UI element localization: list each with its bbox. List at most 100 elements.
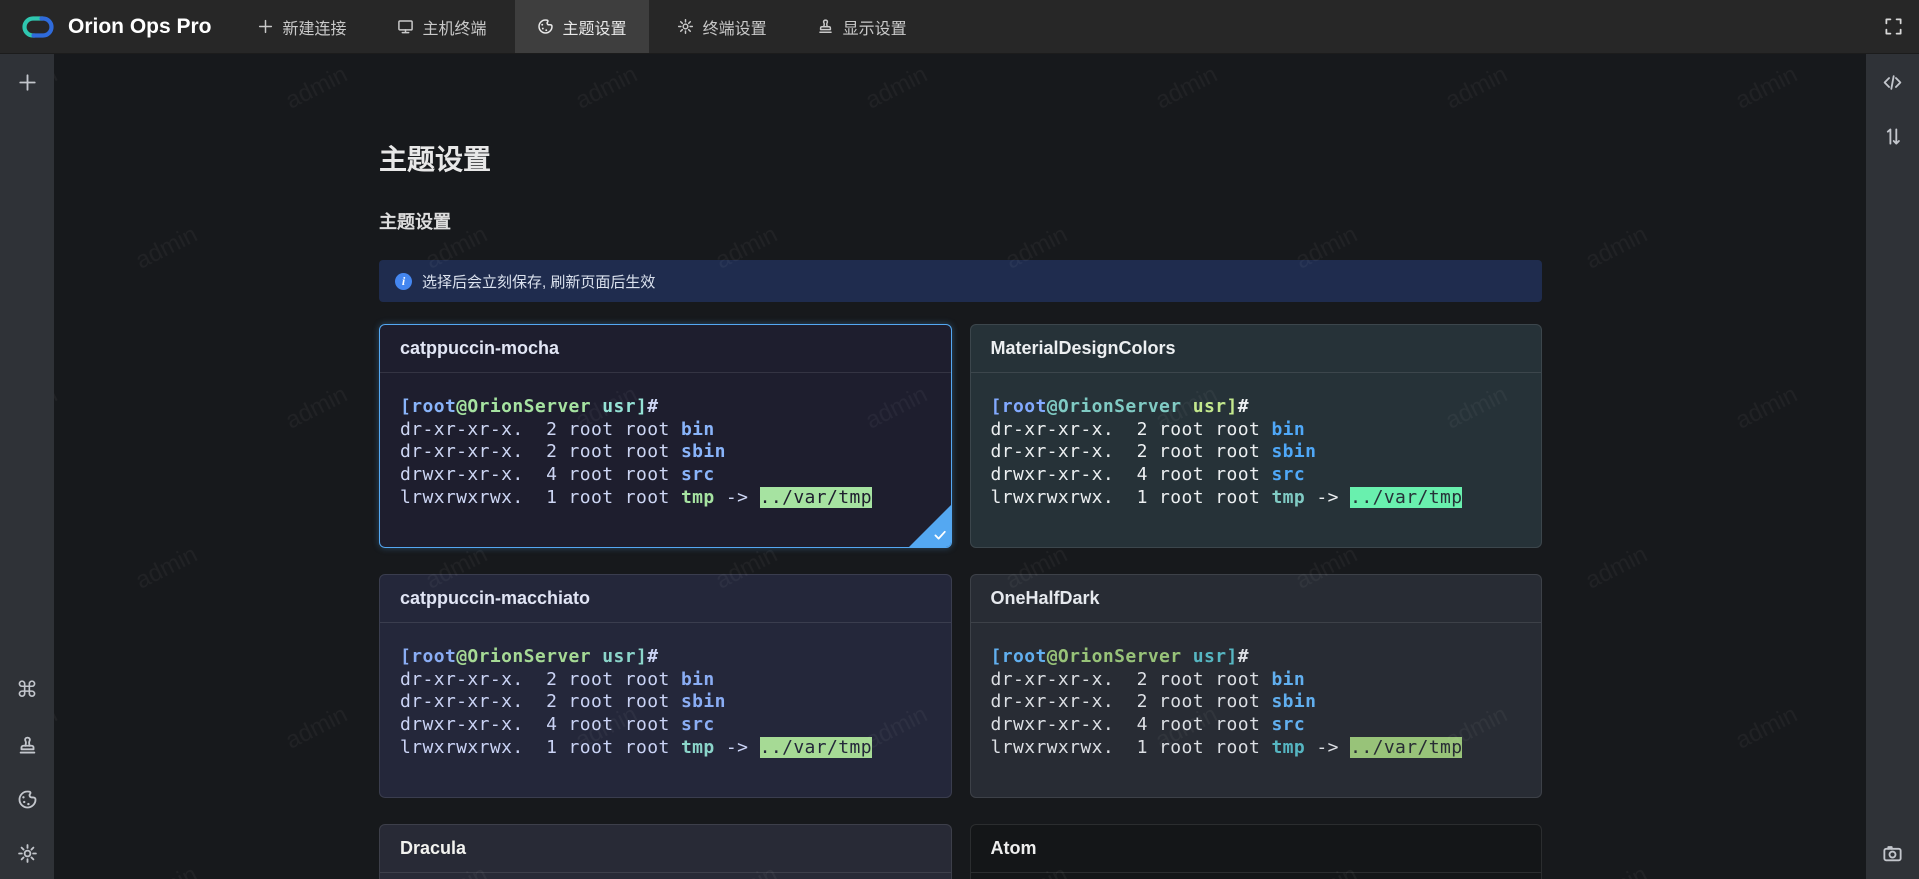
terminal-prompt-line: [root@OrionServer usr]#	[991, 646, 1522, 669]
watermark-text: admin	[1581, 861, 1652, 879]
terminal-line: dr-xr-xr-x. 2 root root bin	[400, 669, 931, 692]
file-name: sbin	[681, 691, 726, 712]
file-name: src	[681, 464, 715, 485]
file-permissions: lrwxrwxrwx. 1 root root	[400, 737, 681, 758]
theme-card-Dracula[interactable]: Dracula [root@OrionServer usr]#dr-xr-xr-…	[379, 824, 952, 879]
rail-code-button[interactable]	[1879, 68, 1907, 96]
theme-name: Atom	[991, 838, 1037, 859]
rail-plus-button[interactable]	[13, 68, 41, 96]
code-icon	[1882, 72, 1903, 93]
theme-card-Atom[interactable]: Atom [root@OrionServer usr]#dr-xr-xr-x. …	[970, 824, 1543, 879]
theme-grid: catppuccin-mocha [root@OrionServer usr]#…	[379, 324, 1542, 879]
rail-command-button[interactable]: ⌘	[13, 677, 41, 705]
fullscreen-button[interactable]	[1884, 17, 1903, 36]
prompt-path: usr]	[1182, 646, 1238, 667]
prompt-user: [root	[400, 646, 456, 667]
watermark-text: admin	[1731, 701, 1802, 756]
info-alert-text: 选择后会立刻保存, 刷新页面后生效	[422, 271, 655, 292]
terminal-line: drwxr-xr-x. 4 root root src	[400, 464, 931, 487]
file-name: tmp	[1271, 737, 1305, 758]
page-title: 主题设置	[379, 138, 491, 178]
command-icon: ⌘	[16, 680, 38, 702]
file-name: src	[681, 714, 715, 735]
navbar-right	[1884, 0, 1919, 53]
file-permissions: drwxr-xr-x. 4 root root	[991, 714, 1272, 735]
monitor-icon	[397, 18, 414, 35]
rail-palette-button[interactable]	[13, 785, 41, 813]
prompt-host: @OrionServer	[456, 646, 591, 667]
terminal-line: lrwxrwxrwx. 1 root root tmp -> ../var/tm…	[991, 737, 1522, 760]
theme-name: OneHalfDark	[991, 588, 1100, 609]
file-permissions: lrwxrwxrwx. 1 root root	[400, 487, 681, 508]
prompt-hash: #	[1238, 396, 1249, 417]
theme-card-header: MaterialDesignColors	[971, 325, 1542, 373]
terminal-line: dr-xr-xr-x. 2 root root bin	[991, 419, 1522, 442]
theme-card-OneHalfDark[interactable]: OneHalfDark [root@OrionServer usr]#dr-xr…	[970, 574, 1543, 798]
navbar-tabs: 新建连接 主机终端 主题设置 终端设置 显示设置	[232, 0, 932, 53]
terminal-line: lrwxrwxrwx. 1 root root tmp -> ../var/tm…	[400, 487, 931, 510]
prompt-path: usr]	[1182, 396, 1238, 417]
prompt-path: usr]	[591, 646, 647, 667]
watermark-text: admin	[281, 61, 352, 116]
terminal-line: dr-xr-xr-x. 2 root root bin	[991, 669, 1522, 692]
tab-label: 显示设置	[843, 15, 907, 39]
theme-name: catppuccin-macchiato	[400, 588, 590, 609]
file-name: bin	[1271, 669, 1305, 690]
theme-card-header: OneHalfDark	[971, 575, 1542, 623]
watermark-text: admin	[131, 221, 202, 276]
rail-sort-order-button[interactable]	[1879, 122, 1907, 150]
prompt-user: [root	[991, 396, 1047, 417]
terminal-preview: [root@OrionServer usr]#dr-xr-xr-x. 2 roo…	[971, 873, 1542, 879]
file-name: sbin	[1271, 441, 1316, 462]
rail-gear-button[interactable]	[13, 839, 41, 867]
file-name: src	[1271, 464, 1305, 485]
tab-theme-settings[interactable]: 主题设置	[515, 0, 649, 53]
terminal-line: lrwxrwxrwx. 1 root root tmp -> ../var/tm…	[991, 487, 1522, 510]
watermark-text: admin	[1731, 381, 1802, 436]
watermark-text: admin	[281, 701, 352, 756]
file-permissions: dr-xr-xr-x. 2 root root	[400, 691, 681, 712]
watermark-text: admin	[1581, 221, 1652, 276]
theme-card-MaterialDesignColors[interactable]: MaterialDesignColors [root@OrionServer u…	[970, 324, 1543, 548]
file-permissions: dr-xr-xr-x. 2 root root	[400, 669, 681, 690]
tab-terminal-settings[interactable]: 终端设置	[655, 0, 789, 53]
terminal-line: drwxr-xr-x. 4 root root src	[991, 714, 1522, 737]
info-icon: i	[395, 273, 412, 290]
prompt-host: @OrionServer	[1047, 396, 1182, 417]
theme-card-catppuccin-macchiato[interactable]: catppuccin-macchiato [root@OrionServer u…	[379, 574, 952, 798]
stamp-icon	[17, 735, 38, 756]
prompt-user: [root	[400, 396, 456, 417]
terminal-prompt-line: [root@OrionServer usr]#	[400, 646, 931, 669]
watermark-text: admin	[131, 861, 202, 879]
symlink-target: ../var/tmp	[1350, 487, 1462, 508]
prompt-path: usr]	[591, 396, 647, 417]
theme-name: catppuccin-mocha	[400, 338, 559, 359]
terminal-line: drwxr-xr-x. 4 root root src	[400, 714, 931, 737]
symlink-target: ../var/tmp	[760, 487, 872, 508]
rail-camera-button[interactable]	[1879, 839, 1907, 867]
terminal-preview: [root@OrionServer usr]#dr-xr-xr-x. 2 roo…	[971, 623, 1542, 760]
terminal-prompt-line: [root@OrionServer usr]#	[400, 396, 931, 419]
theme-card-catppuccin-mocha[interactable]: catppuccin-mocha [root@OrionServer usr]#…	[379, 324, 952, 548]
terminal-line: dr-xr-xr-x. 2 root root sbin	[991, 441, 1522, 464]
stamp-icon	[817, 18, 834, 35]
file-name: bin	[1271, 419, 1305, 440]
file-name: src	[1271, 714, 1305, 735]
app-logo-icon	[20, 13, 56, 41]
terminal-preview: [root@OrionServer usr]#dr-xr-xr-x. 2 roo…	[380, 873, 951, 879]
file-name: tmp	[681, 737, 715, 758]
tab-new-connection[interactable]: 新建连接	[235, 0, 369, 53]
tab-host-terminal[interactable]: 主机终端	[375, 0, 509, 53]
rail-stamp-button[interactable]	[13, 731, 41, 759]
tab-label: 主题设置	[563, 15, 627, 39]
watermark-text: admin	[54, 381, 62, 436]
terminal-line: dr-xr-xr-x. 2 root root bin	[400, 419, 931, 442]
tab-display-settings[interactable]: 显示设置	[795, 0, 929, 53]
file-name: sbin	[681, 441, 726, 462]
watermark-text: admin	[54, 701, 62, 756]
file-permissions: drwxr-xr-x. 4 root root	[991, 464, 1272, 485]
watermark-text: admin	[1581, 541, 1652, 596]
main-area: admin admin admin admin admin admin admin admin…	[54, 54, 1866, 879]
prompt-user: [root	[991, 646, 1047, 667]
theme-card-header: Atom	[971, 825, 1542, 873]
